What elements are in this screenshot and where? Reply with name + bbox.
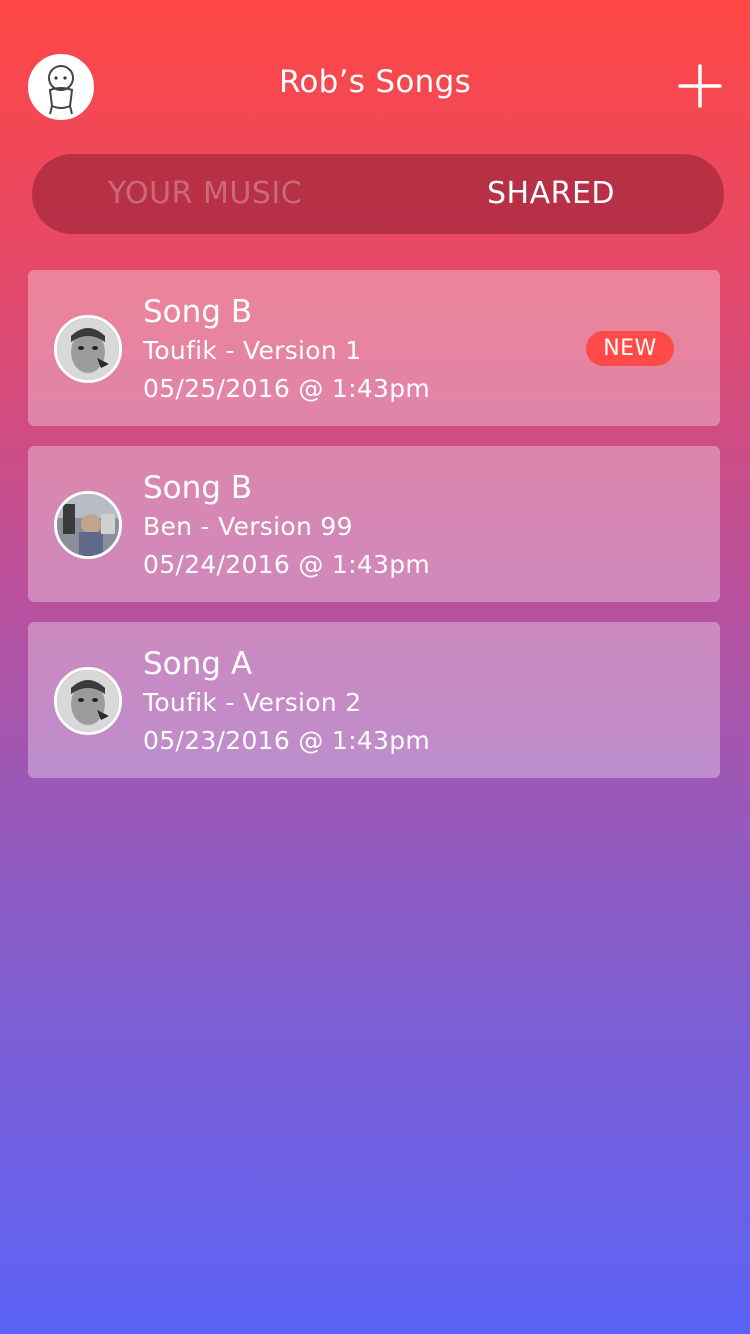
music-tab-switcher: YOUR MUSIC SHARED	[32, 154, 724, 234]
user-avatar	[54, 315, 122, 383]
song-list: Song B Toufik - Version 1 05/25/2016 @ 1…	[28, 270, 720, 798]
song-card[interactable]: Song B Toufik - Version 1 05/25/2016 @ 1…	[28, 270, 720, 426]
song-card[interactable]: Song A Toufik - Version 2 05/23/2016 @ 1…	[28, 622, 720, 778]
song-date: 05/25/2016 @ 1:43pm	[143, 374, 431, 403]
face-photo-icon	[57, 670, 119, 732]
plus-icon	[678, 64, 722, 108]
song-card[interactable]: Song B Ben - Version 99 05/24/2016 @ 1:4…	[28, 446, 720, 602]
tab-your-music[interactable]: YOUR MUSIC	[32, 154, 378, 234]
tab-shared[interactable]: SHARED	[378, 154, 724, 234]
song-version: Toufik - Version 2	[143, 688, 362, 717]
user-avatar	[54, 667, 122, 735]
song-date: 05/23/2016 @ 1:43pm	[143, 726, 431, 755]
page-title: Rob’s Songs	[278, 64, 472, 100]
song-version: Toufik - Version 1	[143, 336, 362, 365]
photo-icon	[57, 494, 119, 556]
add-song-button[interactable]	[678, 64, 722, 108]
song-name: Song B	[143, 470, 253, 506]
header: Rob’s Songs	[0, 0, 750, 150]
song-name: Song A	[143, 646, 253, 682]
user-avatar	[54, 491, 122, 559]
song-date: 05/24/2016 @ 1:43pm	[143, 550, 431, 579]
song-name: Song B	[143, 294, 253, 330]
new-badge: NEW	[586, 331, 674, 366]
face-photo-icon	[57, 318, 119, 380]
song-version: Ben - Version 99	[143, 512, 353, 541]
